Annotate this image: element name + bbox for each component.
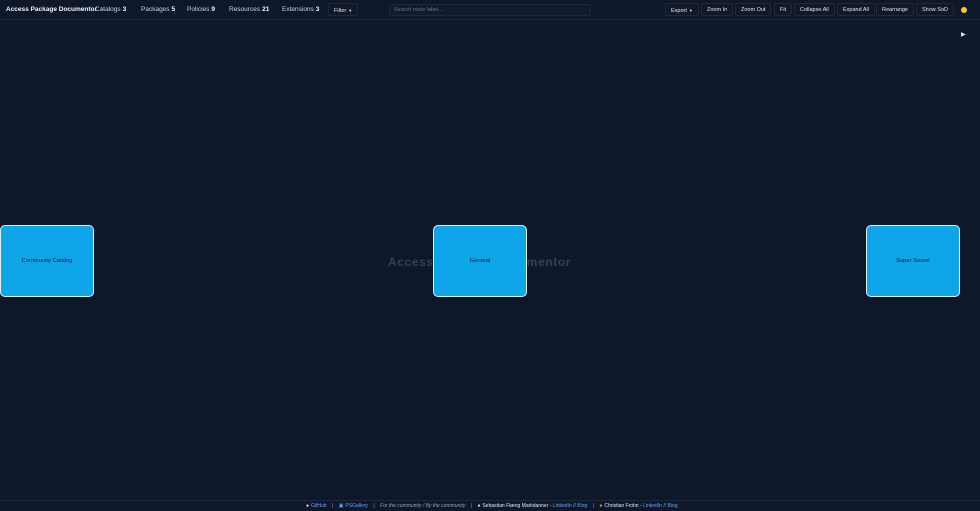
stat-policies-count: 9 (211, 6, 216, 13)
stat-extensions-count: 3 (315, 6, 320, 13)
rearrange-button[interactable]: Rearrange (876, 3, 914, 16)
stat-catalogs-count: 3 (122, 6, 127, 13)
expand-all-button[interactable]: Expand All (837, 3, 875, 16)
stat-resources: Resources 21 (229, 6, 270, 13)
node-general[interactable]: General (433, 225, 527, 297)
zoom-out-button[interactable]: Zoom Out (735, 3, 772, 16)
show-sod-button[interactable]: Show SoD (916, 3, 954, 16)
stat-resources-count: 21 (262, 6, 270, 13)
psgallery-icon: ▣ (338, 503, 344, 509)
stat-packages: Packages 5 (141, 6, 176, 13)
author-name-2: Christian Frohn (604, 503, 639, 509)
node-super-secret[interactable]: Super Secret (866, 225, 960, 297)
fit-button[interactable]: Fit (774, 3, 793, 16)
stat-packages-count: 5 (171, 6, 176, 13)
author-name-1: Sebastian Flæng Markdanner (482, 503, 549, 509)
app-title: Access Package Documentor (6, 6, 98, 13)
stat-catalogs: Catalogs 3 (95, 6, 127, 13)
top-toolbar: Access Package Documentor Catalogs 3 Pack… (0, 0, 980, 20)
author2-blog-link[interactable]: Blog (668, 503, 678, 509)
status-indicator (961, 7, 967, 13)
footer: ● GitHub | ▣ PSGallery | For the community… (0, 500, 980, 511)
side-panel-toggle-icon[interactable]: ▶ (961, 31, 966, 38)
chevron-down-icon: ▼ (348, 8, 353, 13)
author-avatar-icon: ● (599, 503, 603, 509)
stat-policies: Policies 9 (187, 6, 216, 13)
author-avatar-icon: ● (477, 503, 481, 509)
psgallery-link[interactable]: PSGallery (345, 503, 368, 509)
filter-button[interactable]: Filter ▼ (328, 3, 359, 16)
author1-linkedin-link[interactable]: LinkedIn (553, 503, 572, 509)
footer-tagline: For the community / By the community (380, 503, 466, 509)
author1-blog-link[interactable]: Blog (577, 503, 587, 509)
github-link[interactable]: GitHub (311, 503, 327, 509)
zoom-in-button[interactable]: Zoom In (701, 3, 734, 16)
stat-extensions: Extensions 3 (282, 6, 320, 13)
author2-linkedin-link[interactable]: LinkedIn (643, 503, 662, 509)
node-community-catalog[interactable]: Community Catalog (0, 225, 94, 297)
search-input[interactable] (389, 4, 591, 16)
chevron-down-icon: ▼ (688, 8, 693, 13)
export-button[interactable]: Export ▼ (665, 3, 699, 16)
collapse-all-button[interactable]: Collapse All (794, 3, 835, 16)
github-icon: ● (306, 503, 310, 509)
